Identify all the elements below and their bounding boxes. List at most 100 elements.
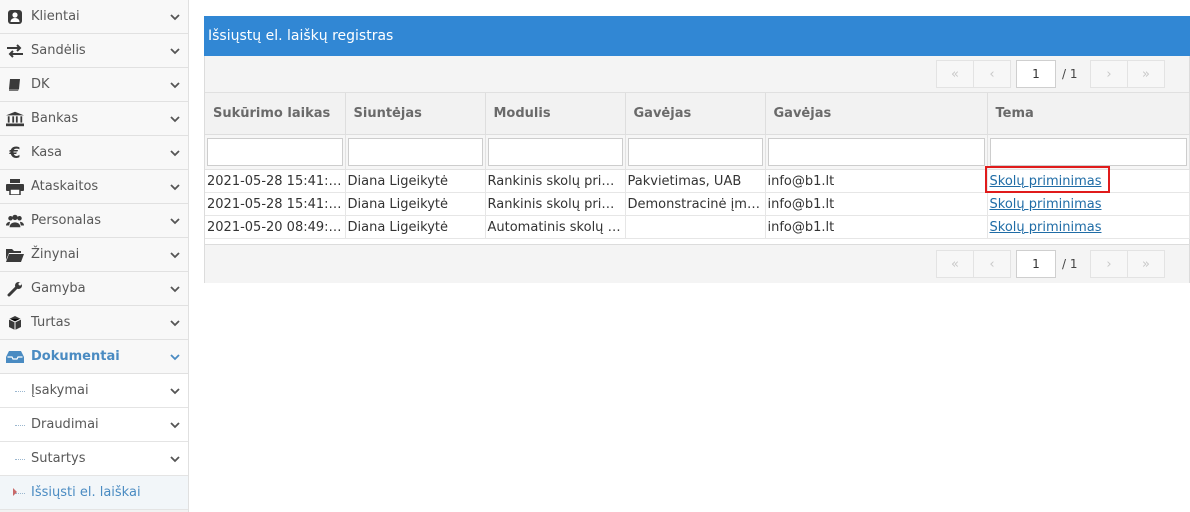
subject-link[interactable]: Skolų priminimas: [990, 197, 1102, 212]
column-header-module[interactable]: Modulis: [485, 93, 626, 135]
sidebar-subitem-label: Įsakymai: [31, 383, 89, 398]
cell-created: 2021-05-28 15:41:37: [205, 192, 346, 216]
cell-sender: Diana Ligeikytė: [345, 192, 486, 216]
sidebar-item-ataskaitos[interactable]: Ataskaitos: [0, 170, 188, 204]
chevron-down-icon: [170, 251, 180, 258]
sidebar-item-label: Turtas: [31, 315, 71, 330]
prev-page-button[interactable]: ‹: [973, 250, 1011, 278]
table-row[interactable]: 2021-05-28 15:41:37 Diana Ligeikytė Rank…: [205, 192, 1190, 216]
subject-link[interactable]: Skolų priminimas: [990, 174, 1102, 189]
sidebar-item-dokumentai[interactable]: Dokumentai: [0, 340, 188, 374]
cell-recipient-email: info@b1.lt: [765, 192, 988, 216]
sidebar-item-zinynai[interactable]: Žinynai: [0, 238, 188, 272]
sidebar-item-label: Bankas: [31, 111, 79, 126]
sidebar-item-turtas[interactable]: Turtas: [0, 306, 188, 340]
euro-icon: €: [9, 143, 21, 162]
chevron-down-icon: [170, 455, 180, 462]
sidebar-item-sandelis[interactable]: Sandėlis: [0, 34, 188, 68]
cell-subject: Skolų priminimas: [987, 192, 1190, 216]
folder-open-icon: [6, 246, 24, 264]
sidebar-subitem-label: Draudimai: [31, 417, 99, 432]
filter-created-input[interactable]: [207, 138, 343, 166]
sidebar-item-bankas[interactable]: Bankas: [0, 102, 188, 136]
sidebar-item-label: Dokumentai: [31, 349, 120, 364]
cell-recipient-name: Demonstracinė įmonė: [625, 192, 766, 216]
sent-emails-panel: Išsiųstų el. laiškų registras « ‹ / 1 › …: [204, 16, 1190, 283]
last-page-button[interactable]: »: [1127, 60, 1165, 88]
filter-cell: [765, 134, 988, 170]
subject-link[interactable]: Skolų priminimas: [990, 220, 1102, 235]
chevron-down-icon: [170, 353, 180, 360]
inbox-icon: [6, 348, 24, 366]
sidebar-subitem-sutartys[interactable]: Sutartys: [0, 442, 188, 476]
pagination: « ‹ / 1 › »: [936, 249, 1165, 279]
filter-row: [205, 134, 1190, 170]
chevron-down-icon: [170, 47, 180, 54]
sidebar-item-label: Sandėlis: [31, 43, 86, 58]
first-page-button[interactable]: «: [936, 250, 974, 278]
sidebar-subitem-label: Sutartys: [31, 451, 86, 466]
cell-sender: Diana Ligeikytė: [345, 169, 486, 193]
sidebar-subitem-isakymai[interactable]: Įsakymai: [0, 374, 188, 408]
cell-sender: Diana Ligeikytė: [345, 215, 486, 239]
print-icon: [6, 178, 24, 196]
table-row[interactable]: 2021-05-28 15:41:50 Diana Ligeikytė Rank…: [205, 169, 1190, 193]
page-total: / 1: [1062, 67, 1078, 81]
prev-page-button[interactable]: ‹: [973, 60, 1011, 88]
sidebar-item-label: Gamyba: [31, 281, 86, 296]
chevron-down-icon: [170, 183, 180, 190]
filter-sender-input[interactable]: [347, 138, 483, 166]
sidebar-item-dk[interactable]: DK: [0, 68, 188, 102]
filter-cell: [345, 134, 486, 170]
sidebar-item-personalas[interactable]: Personalas: [0, 204, 188, 238]
cell-created: 2021-05-28 15:41:50: [205, 169, 346, 193]
page-input[interactable]: [1016, 250, 1056, 278]
next-page-button[interactable]: ›: [1090, 60, 1128, 88]
filter-recipient-email-input[interactable]: [767, 138, 985, 166]
table-row[interactable]: 2021-05-20 08:49:43 Diana Ligeikytė Auto…: [205, 215, 1190, 239]
filter-module-input[interactable]: [487, 138, 623, 166]
user-icon: [6, 8, 24, 26]
chevron-down-icon: [170, 285, 180, 292]
cell-recipient-name: Pakvietimas, UAB: [625, 169, 766, 193]
column-header-recipient-email[interactable]: Gavėjas: [765, 93, 988, 135]
caret-right-icon: [13, 488, 17, 496]
sidebar-item-gamyba[interactable]: Gamyba: [0, 272, 188, 306]
sidebar-subitem-issiusti-laiskai[interactable]: Išsiųsti el. laiškai: [0, 476, 188, 510]
exchange-icon: [6, 42, 24, 60]
column-header-subject[interactable]: Tema: [987, 93, 1190, 135]
page-input[interactable]: [1016, 60, 1056, 88]
chevron-down-icon: [170, 387, 180, 394]
filter-subject-input[interactable]: [989, 138, 1187, 166]
emails-table: Sukūrimo laikas Siuntėjas Modulis Gavėja…: [205, 93, 1190, 239]
cell-recipient-name: [625, 215, 766, 239]
bank-icon: [6, 110, 24, 128]
page-total: / 1: [1062, 257, 1078, 271]
filter-recipient-name-input[interactable]: [627, 138, 763, 166]
chevron-down-icon: [170, 149, 180, 156]
cell-recipient-email: info@b1.lt: [765, 169, 988, 193]
chevron-down-icon: [170, 13, 180, 20]
last-page-button[interactable]: »: [1127, 250, 1165, 278]
first-page-button[interactable]: «: [936, 60, 974, 88]
column-header-sender[interactable]: Siuntėjas: [345, 93, 486, 135]
cell-module: Rankinis skolų priminimas: [485, 169, 626, 193]
filter-cell: [625, 134, 766, 170]
sidebar-item-label: Ataskaitos: [31, 179, 99, 194]
sidebar-item-klientai[interactable]: Klientai: [0, 0, 188, 34]
chevron-down-icon: [170, 81, 180, 88]
chevron-down-icon: [170, 319, 180, 326]
sidebar-item-label: Žinynai: [31, 247, 80, 262]
column-header-recipient-name[interactable]: Gavėjas: [625, 93, 766, 135]
cell-created: 2021-05-20 08:49:43: [205, 215, 346, 239]
next-page-button[interactable]: ›: [1090, 250, 1128, 278]
pagination: « ‹ / 1 › »: [936, 59, 1165, 89]
cell-module: Automatinis skolų priminimas: [485, 215, 626, 239]
column-header-created[interactable]: Sukūrimo laikas: [205, 93, 346, 135]
sidebar-item-kasa[interactable]: € Kasa: [0, 136, 188, 170]
cell-subject: Skolų priminimas: [987, 169, 1190, 193]
sidebar-subitem-draudimai[interactable]: Draudimai: [0, 408, 188, 442]
book-icon: [6, 76, 24, 94]
dokumentai-submenu: Įsakymai Draudimai Sutartys Išsiųsti el.…: [0, 374, 188, 510]
cell-subject: Skolų priminimas: [987, 215, 1190, 239]
